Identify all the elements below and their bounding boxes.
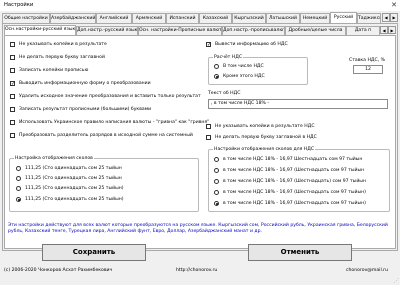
subtab-currency-settings[interactable]: Осн. настройки-Прописные валюты bbox=[138, 26, 222, 35]
lang-tab-scroller: ◀ ▶ bbox=[382, 13, 398, 22]
radio-circle[interactable] bbox=[214, 179, 219, 184]
checkbox-ukrainian-rule[interactable]: Использовать Украинское правило написани… bbox=[10, 120, 209, 125]
subtab-currency-extra[interactable]: Доп.настр.-прописьвалюты bbox=[222, 26, 285, 35]
radio-vat-display-1[interactable]: в том числе НДС 18% - 16,97 Шестнадцать … bbox=[214, 157, 362, 162]
radio-circle-selected[interactable] bbox=[16, 197, 21, 202]
check-icon[interactable]: ✓ bbox=[10, 81, 15, 87]
tab-german[interactable]: Немецкий bbox=[300, 13, 330, 23]
subtab-extra-settings[interactable]: Доп.настр.-русский язык bbox=[76, 26, 138, 35]
check-icon[interactable]: ✓ bbox=[206, 42, 211, 48]
subtab-scroller: ◀ ▶ bbox=[380, 26, 396, 34]
subtab-date[interactable]: Дата п bbox=[346, 26, 380, 35]
vat-rate-label: Ставка НДС, % bbox=[349, 58, 385, 63]
checkbox-no-capital[interactable]: Не делать первую букву заглавной bbox=[10, 55, 105, 60]
email-link[interactable]: chonorov@mail.ru bbox=[346, 268, 388, 273]
checkbox-system-separator[interactable]: Преобразовать разделитель разрядов в исх… bbox=[10, 133, 193, 138]
tab-general-settings[interactable]: Общие настройки bbox=[2, 13, 50, 23]
radio-circle-selected[interactable] bbox=[214, 201, 219, 206]
radio-circle[interactable] bbox=[16, 186, 21, 191]
radio-vat-included[interactable]: В том числе НДС bbox=[214, 64, 264, 69]
tab-azerbaijani[interactable]: Азербайджанский bbox=[50, 13, 96, 23]
radio-display-1[interactable]: 111,25 (Сто одиннадцать сом 25 тыйын bbox=[16, 166, 122, 171]
checkbox-output-vat[interactable]: ✓ Вывести информацию об НДС bbox=[206, 42, 288, 48]
checkbox-vat-no-capital[interactable]: Не делать первую букву заглавной в НДС bbox=[206, 135, 317, 140]
window-title: Настройки bbox=[4, 2, 34, 8]
radio-vat-display-5[interactable]: в том числе НДС 18% - 16,97 (Шестнадцать… bbox=[214, 201, 366, 206]
close-icon[interactable]: ✕ bbox=[391, 1, 397, 9]
checkbox-box[interactable] bbox=[10, 133, 15, 138]
tab-russian[interactable]: Русский bbox=[330, 12, 357, 23]
title-bar: Настройки ✕ bbox=[0, 0, 400, 11]
sub-tabs: Осн.настройки-русский язык Доп.настр.-ру… bbox=[4, 25, 396, 35]
tab-spanish[interactable]: Испанский bbox=[166, 13, 199, 23]
checkbox-box[interactable] bbox=[206, 124, 211, 129]
language-tabs: Общие настройки Азербайджанский Английск… bbox=[2, 12, 398, 23]
scroll-right-icon[interactable]: ▶ bbox=[390, 13, 398, 22]
checkbox-replace-source[interactable]: Удалить исходное значение преобразования… bbox=[10, 94, 201, 99]
checkbox-box[interactable] bbox=[10, 107, 15, 112]
tab-english[interactable]: Английский bbox=[96, 13, 132, 23]
tab-tajik[interactable]: Таджикский bbox=[357, 13, 381, 23]
radio-circle[interactable] bbox=[214, 168, 219, 173]
radio-circle[interactable] bbox=[214, 190, 219, 195]
checkbox-uppercase[interactable]: Записать результат прописными (большими)… bbox=[10, 107, 151, 112]
site-link[interactable]: http://chonorov.ru bbox=[176, 268, 217, 273]
info-text: Эти настройки действуют для всех валют к… bbox=[8, 223, 388, 234]
checkbox-box[interactable] bbox=[10, 68, 15, 73]
radio-vat-display-3[interactable]: в том числе НДС 18% - 16,97 (Шестнадцать… bbox=[214, 179, 366, 184]
checkbox-show-info-form[interactable]: ✓ Выводить информационную форму о преобр… bbox=[10, 81, 151, 87]
vat-text-label: Текст об НДС bbox=[208, 91, 241, 96]
checkbox-box[interactable] bbox=[10, 120, 15, 125]
radio-circle[interactable] bbox=[214, 157, 219, 162]
radio-display-2[interactable]: 111,25 (Сто одиннадцать сом 25 тыйын bbox=[16, 176, 122, 181]
vat-text-input[interactable]: , в том числе НДС 18% - bbox=[208, 99, 388, 109]
group-title: Настройки отображения сколов для НДС bbox=[213, 147, 316, 152]
vat-calc-group: Расчёт НДС bbox=[208, 55, 308, 85]
radio-display-4[interactable]: 111,25 (Сто одиннадцать сом 25 тыйын) bbox=[16, 197, 124, 202]
checkbox-box[interactable] bbox=[206, 135, 211, 140]
checkbox-box[interactable] bbox=[10, 55, 15, 60]
subtab-right-icon[interactable]: ▶ bbox=[388, 26, 396, 34]
copyright-text: (c) 2006-2020 Чонкоров Асхат Рахимбекови… bbox=[4, 268, 113, 273]
radio-display-3[interactable]: 111,25 (Сто одиннадцать сом 25 тыйын) bbox=[16, 186, 124, 191]
tab-armenian[interactable]: Армянский bbox=[132, 13, 166, 23]
checkbox-vat-no-kopecks[interactable]: Не указывать копейки в результате НДС bbox=[206, 124, 315, 129]
checkbox-box[interactable] bbox=[10, 94, 15, 99]
resize-grip-icon[interactable]: ⋰ bbox=[394, 278, 399, 284]
group-title: Расчёт НДС bbox=[213, 55, 244, 60]
checkbox-no-kopecks[interactable]: Не указывать копейки в результате bbox=[10, 42, 107, 47]
radio-vat-display-2[interactable]: в том числе НДС 18% - 16,97 (Шестнадцать… bbox=[214, 168, 364, 173]
save-button[interactable]: Сохранить bbox=[42, 244, 146, 261]
vat-rate-input[interactable]: 12 bbox=[353, 65, 383, 74]
radio-circle[interactable] bbox=[214, 64, 219, 69]
checkbox-kopecks-in-words[interactable]: Записать копейки прописью bbox=[10, 68, 88, 73]
group-title: Настройка отображения сколов bbox=[14, 156, 94, 161]
tab-kazakh[interactable]: Казахский bbox=[199, 13, 232, 23]
radio-vat-excluded[interactable]: Кроме этого НДС bbox=[214, 74, 265, 79]
tab-latvian[interactable]: Латышский bbox=[266, 13, 300, 23]
subtab-main-settings[interactable]: Осн.настройки-русский язык bbox=[4, 25, 76, 35]
cancel-button[interactable]: Отменить bbox=[248, 244, 352, 261]
tab-kyrgyz[interactable]: Кыргызский bbox=[232, 13, 266, 23]
radio-circle[interactable] bbox=[16, 176, 21, 181]
radio-circle[interactable] bbox=[16, 166, 21, 171]
subtab-fractions[interactable]: Дробные/целые числа bbox=[285, 26, 346, 35]
subtab-left-icon[interactable]: ◀ bbox=[380, 26, 388, 34]
scroll-left-icon[interactable]: ◀ bbox=[382, 13, 390, 22]
radio-vat-display-4[interactable]: в том числе НДС 18% - 16,97 (Шестнадцать… bbox=[214, 190, 366, 195]
checkbox-box[interactable] bbox=[10, 42, 15, 47]
radio-circle-selected[interactable] bbox=[214, 74, 219, 79]
